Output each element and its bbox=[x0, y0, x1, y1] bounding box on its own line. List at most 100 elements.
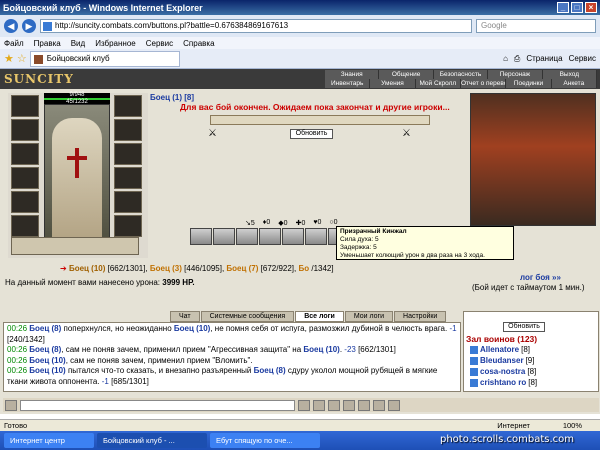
search-input[interactable]: Google bbox=[476, 19, 596, 33]
window-titlebar: Бойцовский клуб - Windows Internet Explo… bbox=[0, 0, 600, 15]
fighter-hp: [662/1301] bbox=[107, 264, 146, 273]
nav-character[interactable]: Персонаж bbox=[488, 70, 543, 79]
enemy-portrait bbox=[470, 93, 596, 226]
nav-transfers[interactable]: Отчет о переводах bbox=[460, 79, 507, 88]
menu-view[interactable]: Вид bbox=[71, 39, 85, 48]
nav-communication[interactable]: Общение bbox=[379, 70, 434, 79]
scroll-slots[interactable] bbox=[11, 237, 139, 255]
nav-battles[interactable]: Поединки bbox=[506, 79, 552, 88]
helmet-slot[interactable] bbox=[11, 95, 39, 117]
who-refresh-button[interactable]: Обновить bbox=[503, 322, 545, 332]
amulet-slot[interactable] bbox=[11, 119, 39, 141]
close-icon[interactable]: × bbox=[585, 2, 597, 13]
nav-skills[interactable]: Умения bbox=[370, 79, 416, 88]
gloves-slot[interactable] bbox=[114, 143, 142, 165]
nav-exit[interactable]: Выход bbox=[542, 70, 598, 79]
nav-profile[interactable]: Анкета bbox=[551, 79, 597, 88]
earrings-slot[interactable] bbox=[114, 95, 142, 117]
skill-1-icon[interactable] bbox=[190, 228, 212, 245]
left-arrow-icon[interactable]: ⚔ bbox=[208, 128, 217, 139]
battle-message: Для вас бой окончен. Ожидаем пока законч… bbox=[180, 102, 450, 112]
fighter-name[interactable]: Бо bbox=[298, 264, 309, 273]
fighter-name[interactable]: Боец (7) bbox=[226, 264, 258, 273]
tab-fight-club[interactable]: Бойцовский клуб bbox=[29, 50, 180, 67]
smiles-icon[interactable] bbox=[328, 399, 340, 411]
minimize-icon[interactable]: _ bbox=[557, 2, 569, 13]
refresh-button[interactable]: Обновить bbox=[290, 129, 333, 139]
forward-icon[interactable]: ▶ bbox=[22, 19, 36, 33]
message-input[interactable] bbox=[20, 399, 295, 411]
belt-slot[interactable] bbox=[11, 191, 39, 213]
user-row[interactable]: crishtano ro [8] bbox=[470, 378, 537, 387]
tab-my-logs[interactable]: Мои логи bbox=[344, 311, 394, 322]
home-icon[interactable]: ⌂ bbox=[503, 54, 508, 63]
add-favorite-icon[interactable]: ☆ bbox=[17, 52, 27, 65]
right-arrow-icon[interactable]: ⚔ bbox=[402, 128, 411, 139]
nav-inventory[interactable]: Инвентарь bbox=[325, 79, 371, 88]
zoom-level[interactable]: 100% bbox=[563, 421, 582, 430]
task-other[interactable]: Ебут спящую по оче... bbox=[210, 433, 320, 448]
weapon-slot[interactable] bbox=[11, 143, 39, 165]
stat-shield-icon: ◆0 bbox=[278, 220, 288, 227]
menu-file[interactable]: Файл bbox=[4, 39, 24, 48]
tab-all-logs[interactable]: Все логи bbox=[295, 311, 344, 322]
bottom-toolbar bbox=[3, 398, 599, 412]
favorites-star-icon[interactable]: ★ bbox=[4, 52, 14, 65]
clan-icon bbox=[470, 378, 478, 387]
tools-menu[interactable]: Сервис bbox=[569, 54, 596, 63]
skill-4-icon[interactable] bbox=[259, 228, 281, 245]
menu-tools[interactable]: Сервис bbox=[146, 39, 173, 48]
fighter-name[interactable]: Боец (10) bbox=[69, 264, 105, 273]
fighter-name[interactable]: Боец (3) bbox=[150, 264, 182, 273]
skill-2-icon[interactable] bbox=[213, 228, 235, 245]
chat-mode-icon[interactable] bbox=[5, 399, 17, 411]
task-fight-club[interactable]: Бойцовский клуб - ... bbox=[97, 433, 207, 448]
fighter-hp: [672/922] bbox=[260, 264, 295, 273]
filter-icon[interactable] bbox=[343, 399, 355, 411]
skill-6-icon[interactable] bbox=[305, 228, 327, 245]
menu-edit[interactable]: Правка bbox=[34, 39, 61, 48]
stat-sword-icon: ↘5 bbox=[245, 220, 255, 227]
user-row[interactable]: Bleudanser [9] bbox=[470, 356, 534, 365]
chat-log[interactable]: 00:26 Боец (8) поперхнулся, но неожиданн… bbox=[3, 322, 461, 392]
back-icon[interactable]: ◀ bbox=[4, 19, 18, 33]
page-menu[interactable]: Страница bbox=[526, 54, 562, 63]
tooltip-title: Призрачный Кинжал bbox=[340, 228, 407, 235]
rings-slot[interactable] bbox=[114, 119, 142, 141]
print-icon[interactable]: ⎙ bbox=[514, 54, 520, 64]
tab-bar: ★ ☆ Бойцовский клуб ⌂ ⎙ Страница Сервис bbox=[0, 49, 600, 69]
nav-security[interactable]: Безопасность bbox=[433, 70, 489, 79]
user-row[interactable]: Allenatore [8] bbox=[470, 345, 530, 354]
tooltip-line: Сила духа: 5 bbox=[340, 236, 379, 243]
nav-my-scroll[interactable]: Мой Скролл bbox=[415, 79, 461, 88]
user-row[interactable]: cosa-nostra [8] bbox=[470, 367, 536, 376]
refresh-chat-icon[interactable] bbox=[388, 399, 400, 411]
bow-slot[interactable] bbox=[11, 215, 39, 237]
skill-5-icon[interactable] bbox=[282, 228, 304, 245]
skill-tooltip: Призрачный Кинжал Сила духа: 5 Задержка:… bbox=[336, 226, 514, 260]
armor-slot[interactable] bbox=[11, 167, 39, 189]
skill-3-icon[interactable] bbox=[236, 228, 258, 245]
self-name[interactable]: Боец (1) [8] bbox=[150, 93, 194, 102]
translit-icon[interactable] bbox=[358, 399, 370, 411]
leggings-slot[interactable] bbox=[114, 191, 142, 213]
task-internet-center[interactable]: Интернет центр bbox=[4, 433, 94, 448]
send-icon[interactable] bbox=[298, 399, 310, 411]
chat-line: 00:26 Боец (8), сам не поняв зачем, прим… bbox=[7, 345, 396, 354]
shield-slot[interactable] bbox=[114, 167, 142, 189]
status-text: Готово bbox=[4, 421, 28, 430]
nav-knowledge[interactable]: Знания bbox=[325, 70, 380, 79]
tab-chat[interactable]: Чат bbox=[170, 311, 200, 322]
top-nav: Знания Общение Безопасность Персонаж Вых… bbox=[325, 70, 598, 79]
url-input[interactable]: http://suncity.combats.com/buttons.pl?ba… bbox=[40, 19, 472, 33]
menu-favorites[interactable]: Избранное bbox=[95, 39, 136, 48]
menu-help[interactable]: Справка bbox=[183, 39, 214, 48]
tab-settings[interactable]: Настройки bbox=[394, 311, 447, 322]
clear-icon[interactable] bbox=[313, 399, 325, 411]
sound-icon[interactable] bbox=[373, 399, 385, 411]
tooltip-line: Уменьшает колющий урон в два раза на 3 х… bbox=[340, 252, 485, 259]
tab-system[interactable]: Системные сообщения bbox=[200, 311, 295, 322]
boots-slot[interactable] bbox=[114, 215, 142, 237]
maximize-icon[interactable]: □ bbox=[571, 2, 583, 13]
battle-log-link[interactable]: лог боя »» bbox=[520, 273, 561, 282]
